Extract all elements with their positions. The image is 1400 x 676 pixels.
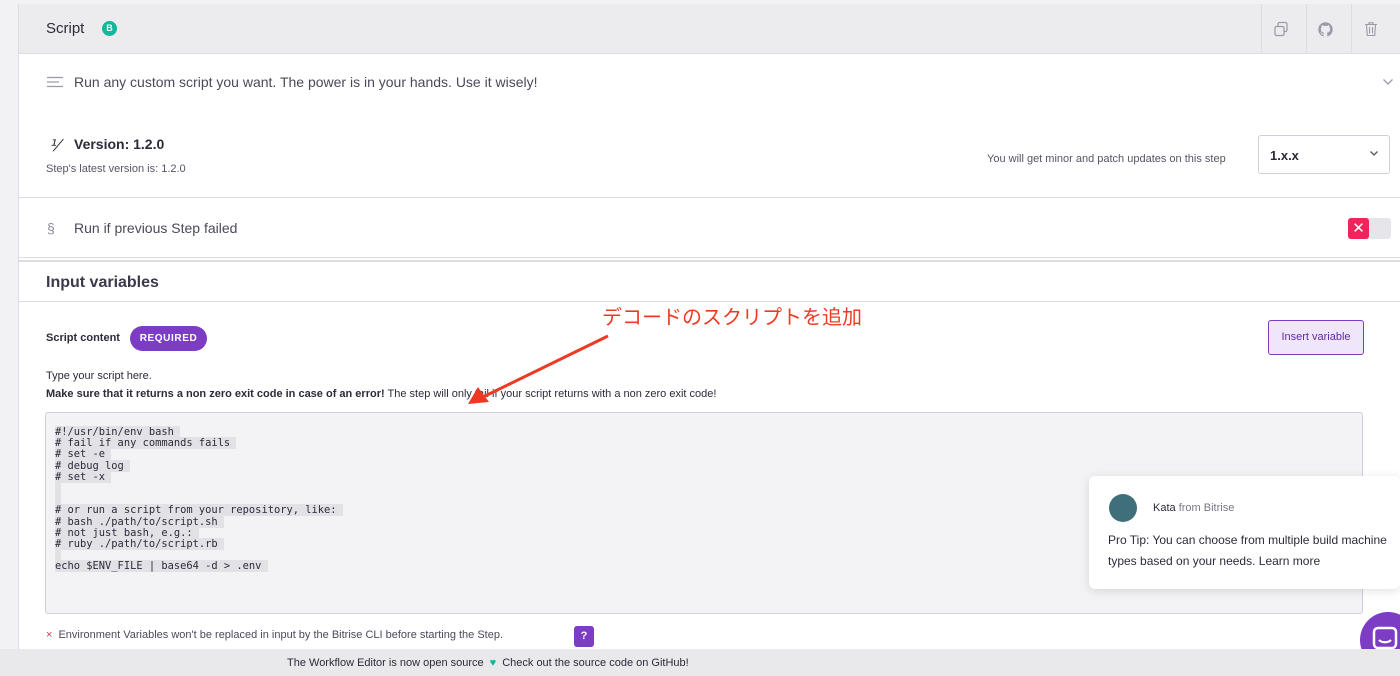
chat-sender-suffix: from Bitrise	[1175, 502, 1235, 514]
footer-text-open-source: The Workflow Editor is now open source	[287, 657, 484, 669]
chat-message: Pro Tip: You can choose from multiple bu…	[1108, 533, 1387, 568]
avatar	[1109, 494, 1137, 522]
heart-icon: ♥	[489, 657, 497, 669]
footer-banner: The Workflow Editor is now open source ♥ C…	[0, 649, 1400, 676]
footer-github-link[interactable]: Check out the source code on GitHub!	[502, 657, 689, 669]
chat-sender: Kata from Bitrise	[1153, 502, 1234, 514]
footer-text: The Workflow Editor is now open source ♥ C…	[287, 657, 689, 669]
annotation-text: デコードのスクリプトを追加	[602, 305, 862, 329]
chat-popup[interactable]: Kata from Bitrise Pro Tip: You can choos…	[1089, 476, 1400, 589]
chat-sender-name: Kata	[1153, 502, 1176, 514]
